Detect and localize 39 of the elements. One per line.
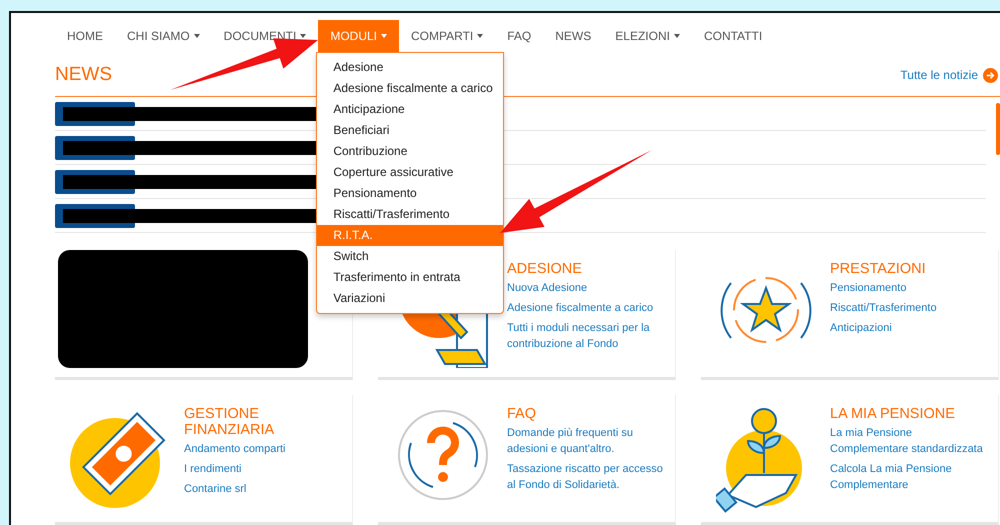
- nav-item[interactable]: ELEZIONI: [603, 20, 692, 52]
- card-link[interactable]: Pensionamento: [830, 280, 990, 296]
- card-link[interactable]: Calcola La mia Pensione Complementare: [830, 461, 990, 493]
- dropdown-item[interactable]: Variazioni: [317, 288, 504, 309]
- card-link[interactable]: Adesione fiscalmente a carico: [507, 300, 667, 316]
- card-title: FAQ: [507, 406, 538, 422]
- dropdown-item[interactable]: Anticipazione: [317, 99, 504, 120]
- card-title: ADESIONE: [507, 261, 583, 277]
- dropdown-item[interactable]: Adesione: [317, 57, 504, 78]
- card-link[interactable]: I rendimenti: [184, 461, 344, 477]
- card-link[interactable]: La mia Pensione Complementare standardizzata: [830, 425, 990, 457]
- dropdown-item[interactable]: Adesione fiscalmente a carico: [317, 78, 504, 99]
- nav-item[interactable]: CONTATTI: [692, 20, 774, 52]
- card-link[interactable]: Nuova Adesione: [507, 280, 667, 296]
- nav-item[interactable]: CHI SIAMO: [115, 20, 212, 52]
- card-title: GESTIONE FINANZIARIA: [184, 406, 276, 438]
- card-link[interactable]: Andamento comparti: [184, 441, 344, 457]
- card-link[interactable]: Domande più frequenti su adesioni e quant'altro.: [507, 425, 667, 457]
- card-link[interactable]: Tassazione riscatto per accesso al Fondo di Solidarietà.: [507, 461, 667, 493]
- card-title: LA MIA PENSIONE: [830, 406, 956, 422]
- nav-item[interactable]: FAQ: [495, 20, 544, 52]
- nav-item[interactable]: HOME: [55, 20, 115, 52]
- section-title: NEWS: [55, 64, 112, 86]
- dropdown-item[interactable]: Coperture assicurative: [317, 162, 504, 183]
- dropdown-item[interactable]: Beneficiari: [317, 120, 504, 141]
- card-link[interactable]: Contarine srl: [184, 481, 344, 497]
- all-news-link[interactable]: Tutte le notizie: [900, 68, 998, 82]
- dropdown-item[interactable]: Riscatti/Trasferimento: [317, 204, 504, 225]
- dropdown-item[interactable]: Switch: [317, 246, 504, 267]
- card-title: PRESTAZIONI: [830, 261, 927, 277]
- nav-item[interactable]: NEWS: [543, 20, 604, 52]
- dropdown-item[interactable]: Pensionamento: [317, 183, 504, 204]
- dropdown-item[interactable]: Contribuzione: [317, 141, 504, 162]
- scrollbar[interactable]: [996, 103, 1000, 155]
- nav-item[interactable]: COMPARTI: [399, 20, 496, 52]
- card-link[interactable]: Anticipazioni: [830, 320, 990, 336]
- card-link[interactable]: Riscatti/Trasferimento: [830, 300, 990, 316]
- dropdown-item[interactable]: Trasferimento in entrata: [317, 267, 504, 288]
- card-link[interactable]: Tutti i moduli necessari per la contribuzione al Fondo: [507, 320, 667, 352]
